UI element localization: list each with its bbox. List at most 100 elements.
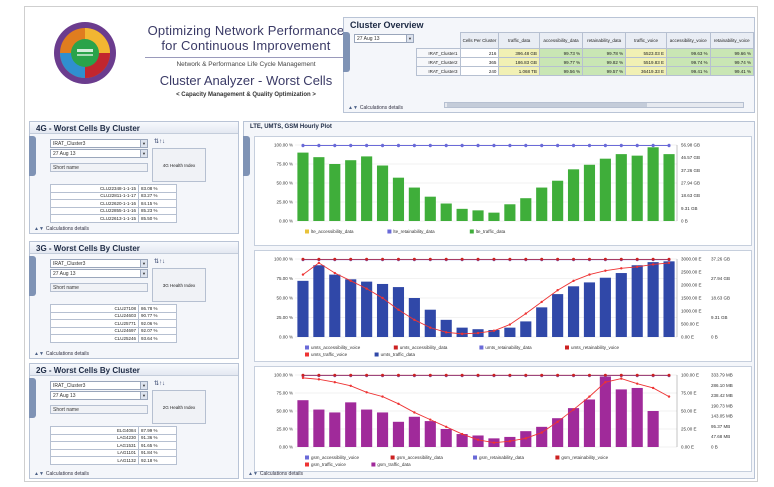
bar[interactable] [329,412,341,447]
wc-4g-date-select[interactable]: 27 Aug 13 ▼ [50,149,148,158]
traffic-point[interactable] [317,378,321,381]
wc-3g-cluster-select[interactable]: IRAT_Cluster3 ▼ [50,259,148,268]
traffic-point[interactable] [636,265,639,268]
series-point[interactable] [540,143,544,147]
overview-date-select[interactable]: 27 Aug 13 ▼ [354,34,414,43]
panel-collapse-tab[interactable] [29,136,36,176]
series-point[interactable] [301,373,305,377]
cell-name[interactable]: LAG1101 [50,448,139,457]
legend-label[interactable]: umts_retainability_voice [571,345,620,350]
series-point[interactable] [492,257,496,261]
traffic-point[interactable] [588,273,591,276]
legend-label[interactable]: gsm_retainability_voice [561,455,608,460]
traffic-point[interactable] [445,331,448,334]
sort-icon[interactable]: ⇅↑↓ [154,380,165,387]
traffic-point[interactable] [460,332,464,336]
traffic-point[interactable] [349,279,352,283]
bar[interactable] [583,282,596,337]
bar[interactable] [647,411,659,447]
table-row[interactable]: IRAT_Cluster1 216 396.48 GB 99.73 % 99.7… [416,48,755,58]
cluster-name[interactable]: IRAT_Cluster3 [416,66,461,76]
series-point[interactable] [556,257,560,261]
table-row[interactable]: CLU22613-1-1-15 85.50 % [50,214,177,223]
sort-icon[interactable]: ⇅↑↓ [154,138,165,145]
bar[interactable] [361,281,373,337]
panel-collapse-tab[interactable] [243,136,250,176]
bar[interactable] [456,208,468,221]
series-point[interactable] [460,373,464,377]
series-point[interactable] [619,373,623,377]
bar[interactable] [424,309,436,337]
series-point[interactable] [524,257,528,261]
table-row[interactable]: LAG1531 91.65 % [50,441,177,450]
series-point[interactable] [603,257,607,261]
series-point[interactable] [603,143,607,147]
series-point[interactable] [667,373,671,377]
cell-name[interactable]: CLU27108 [50,304,139,313]
series-point[interactable] [492,143,496,147]
traffic-point[interactable] [636,382,639,385]
bar[interactable] [424,421,436,447]
bar[interactable] [376,412,389,447]
sort-icon[interactable]: ⇅↑↓ [154,258,165,265]
series-point[interactable] [619,257,623,261]
series-point[interactable] [381,373,385,377]
series-point[interactable] [317,373,321,377]
traffic-point[interactable] [301,376,305,380]
legend-label[interactable]: umts_accessibility_data [400,345,448,350]
series-point[interactable] [444,373,448,377]
series-point[interactable] [333,373,337,377]
chevron-down-icon[interactable]: ▼ [140,260,147,267]
traffic-point[interactable] [620,377,623,380]
cell-name[interactable]: CLU25771 [50,319,139,328]
calculations-details-link[interactable]: ▲▼ Calculations details [34,471,89,477]
series-point[interactable] [556,373,560,377]
cell-name[interactable]: CLU22811-1-1-17 [50,191,139,200]
bar[interactable] [488,212,500,221]
series-point[interactable] [396,373,400,377]
bar[interactable] [583,164,596,221]
bar[interactable] [376,165,389,221]
bar[interactable] [376,283,389,337]
cluster-name[interactable]: IRAT_Cluster1 [416,48,461,58]
legend-label[interactable]: lte_accessibility_data [311,229,354,234]
bar[interactable] [297,280,309,337]
calculations-details-link[interactable]: ▲▼ Calculations details [248,471,303,477]
traffic-point[interactable] [540,300,543,304]
traffic-point[interactable] [333,271,336,275]
bar[interactable] [313,409,325,447]
traffic-point[interactable] [381,296,384,300]
bar[interactable] [345,402,357,447]
bar[interactable] [599,376,611,447]
bar[interactable] [504,327,516,337]
bar[interactable] [392,177,405,221]
cell-name[interactable]: ELG4084 [50,426,139,435]
bar[interactable] [472,435,484,447]
series-point[interactable] [603,373,607,377]
series-point[interactable] [619,143,623,147]
legend-label[interactable]: lte_traffic_data [476,229,506,234]
bar[interactable] [663,154,675,221]
bar[interactable] [297,152,309,221]
calculations-details-link[interactable]: ▲▼ Calculations details [34,226,89,232]
bar[interactable] [440,319,452,337]
traffic-point[interactable] [508,323,512,326]
bar[interactable] [663,261,675,337]
bar[interactable] [408,187,420,221]
traffic-point[interactable] [317,261,321,265]
table-row[interactable]: LAG1132 92.18 % [50,456,177,465]
table-row[interactable]: CLU25771 92.06 % [50,319,177,328]
bar[interactable] [456,327,468,337]
traffic-point[interactable] [524,312,527,315]
legend-label[interactable]: lte_retainability_data [393,229,435,234]
series-point[interactable] [651,373,655,377]
series-point[interactable] [349,257,353,261]
series-point[interactable] [508,373,512,377]
table-row[interactable]: LAG1101 91.84 % [50,448,177,457]
series-point[interactable] [572,143,576,147]
cell-name[interactable]: CLU22855-1-1-16 [50,206,139,215]
series-point[interactable] [524,143,528,147]
chevron-down-icon[interactable]: ▼ [406,35,413,42]
panel-collapse-tab[interactable] [29,378,36,418]
traffic-point[interactable] [604,269,607,272]
